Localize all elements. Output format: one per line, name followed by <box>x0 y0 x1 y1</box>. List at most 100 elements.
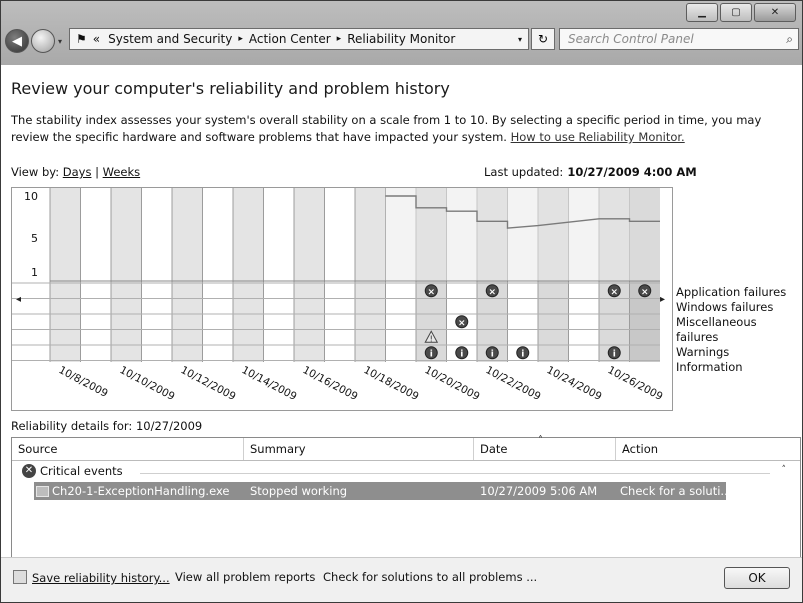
close-button[interactable]: ✕ <box>754 3 796 22</box>
save-history-label: Save reliability history... <box>32 571 170 585</box>
x-tick-label: 10/20/2009 <box>423 364 482 403</box>
refresh-button[interactable]: ↻ <box>531 28 555 50</box>
error-icon-glyph: × <box>641 287 649 297</box>
day-column <box>324 188 355 362</box>
x-tick-label: 10/14/2009 <box>240 364 299 403</box>
error-icon-glyph: × <box>427 287 435 297</box>
x-tick-label: 10/26/2009 <box>606 364 665 403</box>
day-column <box>233 188 264 362</box>
breadcrumb-system-and-security[interactable]: System and Security <box>108 32 232 46</box>
footer-bar: Save reliability history... View all pro… <box>1 557 802 602</box>
last-updated-label: Last updated: <box>484 165 564 179</box>
column-headers: Source Summary Date ˄ Action <box>12 435 800 461</box>
address-bar[interactable]: ⚑ « System and Security ▸ Action Center … <box>69 28 529 50</box>
breadcrumb-action-center[interactable]: Action Center <box>249 32 331 46</box>
ok-button[interactable]: OK <box>724 567 790 589</box>
view-weeks-link[interactable]: Weeks <box>103 165 141 179</box>
column-source[interactable]: Source <box>12 438 244 460</box>
column-summary[interactable]: Summary <box>244 438 474 460</box>
x-tick-label: 10/16/2009 <box>301 364 360 403</box>
group-divider <box>140 473 770 474</box>
main-content: Review your computer's reliability and p… <box>1 65 802 602</box>
information-icon-glyph: i <box>460 349 463 359</box>
control-panel-flag-icon: ⚑ <box>76 32 87 46</box>
x-tick-label: 10/8/2009 <box>57 364 110 400</box>
breadcrumb-reliability-monitor[interactable]: Reliability Monitor <box>347 32 455 46</box>
collapse-group-icon[interactable]: ˄ <box>782 465 787 475</box>
sort-ascending-icon: ˄ <box>538 435 543 446</box>
x-tick-label: 10/24/2009 <box>545 364 604 403</box>
save-history-link[interactable]: Save reliability history... <box>13 570 170 585</box>
x-tick-label: 10/12/2009 <box>179 364 238 403</box>
minimize-button[interactable]: ▁ <box>686 3 718 22</box>
save-history-icon <box>13 570 27 584</box>
row-summary: Stopped working <box>250 484 348 498</box>
caption-buttons: ▁ ▢ ✕ <box>684 3 796 22</box>
day-column <box>263 188 294 362</box>
legend-information: Information <box>676 360 743 374</box>
refresh-icon: ↻ <box>537 32 549 46</box>
breadcrumb-separator-icon[interactable]: ▸ <box>238 34 243 44</box>
error-icon-glyph: × <box>610 287 618 297</box>
day-column <box>294 188 325 362</box>
address-history-dropdown[interactable]: ▾ <box>518 35 522 44</box>
scroll-right-icon: ▸ <box>660 294 665 305</box>
row-source: Ch20-1-ExceptionHandling.exe <box>52 484 230 498</box>
view-by-label: View by: <box>11 165 60 179</box>
back-button[interactable]: ◀ <box>5 29 29 53</box>
page-title: Review your computer's reliability and p… <box>11 79 450 98</box>
details-date: 10/27/2009 <box>135 419 203 433</box>
breadcrumb-separator-icon[interactable]: ▸ <box>337 34 342 44</box>
data-period-shading <box>385 188 660 281</box>
reliability-details-list[interactable]: Source Summary Date ˄ Action ✕ Critical … <box>11 435 801 559</box>
row-action[interactable]: Check for a soluti... <box>620 482 731 500</box>
column-date[interactable]: Date ˄ <box>474 435 616 460</box>
legend-application-failures: Application failures <box>676 285 787 299</box>
forward-button[interactable] <box>31 29 55 53</box>
information-icon-glyph: i <box>613 349 616 359</box>
x-tick-label: 10/10/2009 <box>118 364 177 403</box>
legend-warnings: Warnings <box>676 345 730 359</box>
day-column <box>111 188 142 362</box>
details-label: Reliability details for: <box>11 419 133 433</box>
title-bar: ▁ ▢ ✕ ◀ ▾ ⚑ « System and Security ▸ Acti… <box>1 1 802 65</box>
information-icon-glyph: i <box>430 349 433 359</box>
back-arrow-icon: ◀ <box>12 33 22 49</box>
day-column <box>141 188 172 362</box>
reliability-monitor-window: ▁ ▢ ✕ ◀ ▾ ⚑ « System and Security ▸ Acti… <box>0 0 803 603</box>
y-tick-label: 5 <box>31 232 38 245</box>
check-solutions-link[interactable]: Check for solutions to all problems ... <box>323 570 537 584</box>
view-days-link[interactable]: Days <box>63 165 92 179</box>
warning-icon-glyph: ! <box>430 334 433 343</box>
day-column <box>80 188 111 362</box>
x-tick-label: 10/22/2009 <box>484 364 543 403</box>
search-icon[interactable]: ⌕ <box>786 29 793 49</box>
recent-pages-dropdown[interactable]: ▾ <box>58 37 62 46</box>
address-overflow[interactable]: « <box>93 32 100 46</box>
maximize-button[interactable]: ▢ <box>720 3 752 22</box>
help-link[interactable]: How to use Reliability Monitor. <box>511 130 685 144</box>
page-description: The stability index assesses your system… <box>11 112 791 146</box>
last-updated-value: 10/27/2009 4:00 AM <box>567 165 697 179</box>
day-column <box>172 188 203 362</box>
group-critical-events[interactable]: ✕ Critical events <box>22 464 123 478</box>
scroll-left-icon: ◂ <box>16 294 21 305</box>
group-label: Critical events <box>40 464 123 478</box>
y-tick-label: 1 <box>31 266 38 279</box>
column-action[interactable]: Action <box>616 438 800 460</box>
reliability-chart[interactable]: 10 5 1 ◂ ▸ × × × × ×! i i i i i 10/8/2009 10/10/2009 10/1… <box>11 187 673 411</box>
search-input[interactable]: Search Control Panel ⌕ <box>559 28 799 50</box>
y-tick-label: 10 <box>24 190 38 203</box>
information-icon-glyph: i <box>521 349 524 359</box>
view-all-reports-link[interactable]: View all problem reports <box>175 570 315 584</box>
x-tick-label: 10/18/2009 <box>362 364 421 403</box>
error-icon-glyph: × <box>458 318 466 328</box>
view-separator: | <box>95 165 99 179</box>
day-column <box>50 188 81 362</box>
chart-legend: Application failures Windows failures Mi… <box>676 285 802 375</box>
reliability-chart-svg[interactable]: 1051◂ ▸× × × ××!i i i i i10/8/2009 10/10/2009 10/1… <box>12 188 672 410</box>
day-column <box>202 188 233 362</box>
error-icon-glyph: × <box>488 287 496 297</box>
legend-miscellaneous-failures: Miscellaneous failures <box>676 315 757 344</box>
table-row[interactable]: Ch20-1-ExceptionHandling.exe Stopped wor… <box>34 482 731 500</box>
